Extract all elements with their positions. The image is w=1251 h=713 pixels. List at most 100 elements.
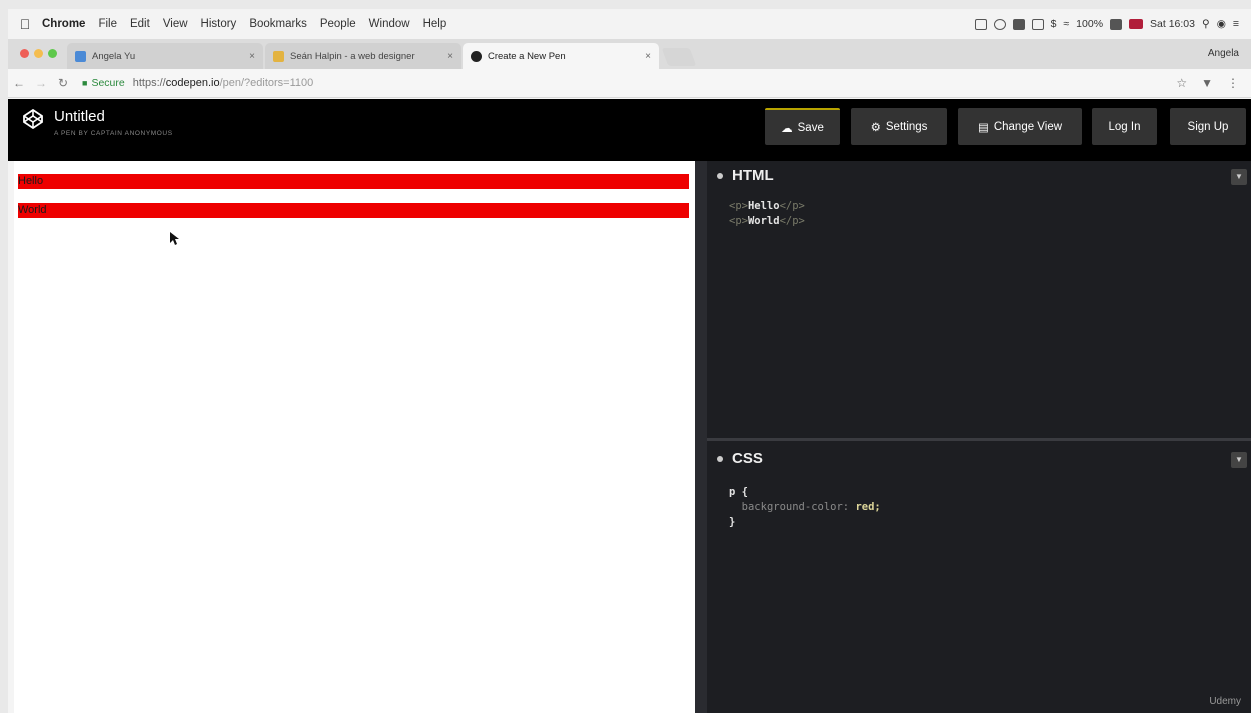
- chevron-down-icon[interactable]: ▼: [1231, 452, 1247, 468]
- chevron-down-icon[interactable]: ▼: [1231, 169, 1247, 185]
- html-editor-panel[interactable]: HTML ▼ <p>Hello</p> <p>World</p>: [707, 161, 1251, 441]
- secure-label[interactable]: Secure: [91, 77, 124, 89]
- css-value: red;: [855, 501, 881, 513]
- pen-author: A PEN BY CAPTAIN ANONYMOUS: [54, 130, 173, 137]
- settings-button[interactable]: ⚙ Settings: [851, 108, 947, 145]
- menu-file[interactable]: File: [98, 18, 117, 30]
- settings-label: Settings: [885, 120, 928, 133]
- menu-window[interactable]: Window: [369, 18, 410, 30]
- html-panel-label: HTML: [732, 167, 774, 184]
- url-path: /pen/?editors=1100: [219, 77, 314, 89]
- code-tag: <p>: [729, 215, 748, 227]
- html-panel-title: HTML: [717, 167, 774, 184]
- udemy-watermark: Udemy: [1209, 696, 1241, 707]
- notification-center-icon[interactable]: ≡: [1233, 18, 1239, 30]
- cloud-icon[interactable]: [1012, 18, 1025, 30]
- status-area: $ ≈ 100% Sat 16:03 ⚲ ◉ ≡: [974, 18, 1251, 30]
- css-code[interactable]: p { background-color: red; }: [729, 485, 881, 530]
- tab-create-new-pen[interactable]: Create a New Pen ×: [463, 43, 659, 69]
- tab-label: Seán Halpin - a web designer: [290, 50, 415, 62]
- screen:  Chrome File Edit View History Bookmark…: [8, 9, 1251, 713]
- menu-app-chrome[interactable]: Chrome: [42, 18, 85, 30]
- tab-close-icon[interactable]: ×: [243, 51, 255, 62]
- code-line: background-color: red;: [729, 500, 881, 515]
- save-button[interactable]: ☁ Save: [765, 108, 840, 145]
- menu-edit[interactable]: Edit: [130, 18, 150, 30]
- save-label: Save: [797, 121, 824, 134]
- panel-dot-icon: [717, 172, 723, 179]
- reload-icon[interactable]: ↻: [52, 76, 74, 90]
- flag-icon[interactable]: [1129, 19, 1144, 29]
- maximize-window-icon[interactable]: [48, 49, 57, 58]
- url-scheme: https://: [132, 77, 166, 89]
- codepen-header: Untitled A PEN BY CAPTAIN ANONYMOUS ☁ Sa…: [8, 99, 1251, 161]
- tab-label: Angela Yu: [92, 50, 136, 62]
- code-text: World: [747, 215, 780, 227]
- tab-close-icon[interactable]: ×: [441, 51, 453, 62]
- tab-close-icon[interactable]: ×: [639, 51, 651, 62]
- spotlight-search-icon[interactable]: ⚲: [1202, 18, 1210, 30]
- mac-menu-bar:  Chrome File Edit View History Bookmark…: [8, 9, 1251, 39]
- bag-icon[interactable]: [1031, 18, 1044, 30]
- login-button[interactable]: Log In: [1092, 108, 1157, 145]
- close-window-icon[interactable]: [20, 49, 29, 58]
- css-closing-brace: }: [729, 516, 736, 528]
- code-text: Hello: [747, 200, 780, 212]
- address-bar: ← → ↻ ■ Secure https://codepen.io/pen/?e…: [8, 69, 1251, 98]
- editor-column: HTML ▼ <p>Hello</p> <p>World</p> CSS ▼ p…: [695, 161, 1251, 713]
- preview-paragraph: Hello: [18, 174, 689, 189]
- apple-icon[interactable]: : [8, 16, 42, 32]
- menu-bookmarks[interactable]: Bookmarks: [249, 18, 307, 30]
- back-icon[interactable]: ←: [8, 76, 30, 90]
- html-code[interactable]: <p>Hello</p> <p>World</p>: [729, 199, 805, 229]
- panel-dot-icon: [717, 455, 723, 462]
- tab-sean-halpin[interactable]: Seán Halpin - a web designer ×: [265, 43, 461, 69]
- mouse-cursor-icon: [170, 232, 179, 245]
- halpin-favicon-icon: [273, 50, 284, 62]
- css-panel-title: CSS: [717, 450, 763, 467]
- tab-angela-yu[interactable]: Angela Yu ×: [67, 43, 263, 69]
- extension-icon[interactable]: ▼: [1201, 76, 1213, 90]
- profile-button[interactable]: Angela: [1208, 48, 1251, 69]
- new-tab-button[interactable]: [661, 48, 697, 66]
- bookmark-star-icon[interactable]: ☆: [1176, 76, 1187, 90]
- result-preview[interactable]: Hello World: [14, 161, 695, 713]
- pen-title[interactable]: Untitled: [54, 108, 105, 125]
- menu-history[interactable]: History: [201, 18, 237, 30]
- address-actions: ☆ ▼ ⋮: [1176, 76, 1251, 90]
- css-editor-panel[interactable]: CSS ▼ p { background-color: red; } Udemy: [707, 444, 1251, 713]
- menu-help[interactable]: Help: [423, 18, 447, 30]
- battery-percent: 100%: [1076, 18, 1104, 30]
- chrome-menu-icon[interactable]: ⋮: [1227, 76, 1239, 90]
- menu-people[interactable]: People: [320, 18, 356, 30]
- css-property: background-color:: [741, 501, 850, 513]
- timer-icon[interactable]: [993, 18, 1006, 30]
- angela-favicon-icon: [75, 50, 86, 62]
- preview-paragraph: World: [18, 203, 689, 218]
- code-line: <p>Hello</p>: [729, 199, 805, 214]
- forward-icon[interactable]: →: [30, 76, 52, 90]
- lock-icon[interactable]: ■: [82, 78, 87, 88]
- gear-icon: ⚙: [870, 121, 881, 134]
- menu-view[interactable]: View: [163, 18, 188, 30]
- change-view-label: Change View: [993, 120, 1063, 133]
- tab-strip: Angela Yu × Seán Halpin - a web designer…: [8, 39, 1251, 69]
- change-view-button[interactable]: ▤ Change View: [958, 108, 1082, 145]
- code-tag: </p>: [779, 200, 805, 212]
- url-field[interactable]: https://codepen.io/pen/?editors=1100: [133, 77, 314, 89]
- cloud-icon: ☁: [781, 122, 793, 135]
- code-line: <p>World</p>: [729, 214, 805, 229]
- wifi-icon[interactable]: ≈: [1063, 18, 1069, 30]
- signup-button[interactable]: Sign Up: [1170, 108, 1246, 145]
- css-panel-label: CSS: [732, 450, 763, 467]
- window-controls: [8, 49, 67, 69]
- url-host: codepen.io: [165, 77, 220, 89]
- screen-record-icon[interactable]: [974, 18, 987, 30]
- codepen-favicon-icon: [471, 50, 482, 62]
- codepen-logo-icon[interactable]: [23, 109, 43, 129]
- dollar-icon[interactable]: $: [1051, 18, 1057, 30]
- minimize-window-icon[interactable]: [34, 49, 43, 58]
- clock[interactable]: Sat 16:03: [1150, 18, 1195, 30]
- siri-icon[interactable]: ◉: [1217, 18, 1226, 30]
- battery-icon[interactable]: [1110, 18, 1123, 30]
